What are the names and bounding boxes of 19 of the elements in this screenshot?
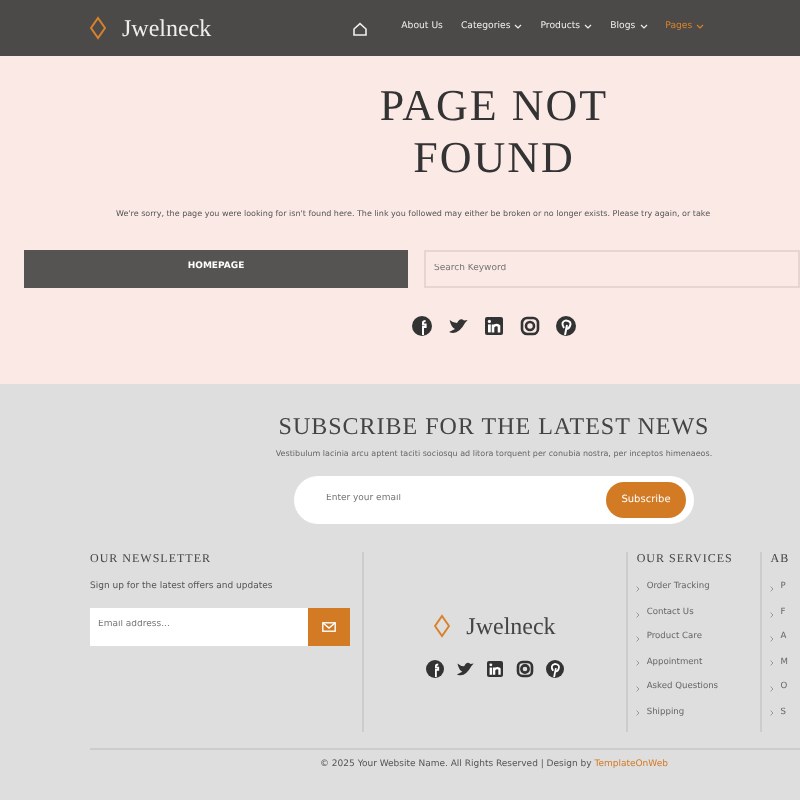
pinterest-icon[interactable] (556, 316, 576, 336)
footer-logo[interactable]: Jwelneck (466, 607, 556, 644)
facebook-icon[interactable] (425, 659, 444, 678)
subscribe-heading: SUBSCRIBE FOR THE LATEST NEWS (278, 412, 710, 441)
home-icon[interactable] (351, 21, 368, 35)
twitter-icon[interactable] (448, 316, 468, 336)
diamond-icon (434, 613, 451, 638)
facebook-icon[interactable] (412, 316, 432, 336)
envelope-icon (322, 622, 336, 633)
pinterest-icon[interactable] (545, 659, 564, 678)
brand-logo[interactable]: Jwelneck (122, 10, 212, 46)
diamond-icon (90, 16, 106, 40)
page-title: PAGE NOT FOUND (377, 80, 611, 184)
linkedin-icon[interactable] (485, 659, 504, 678)
instagram-icon[interactable] (515, 659, 534, 678)
instagram-icon[interactable] (520, 316, 540, 336)
linkedin-icon[interactable] (484, 316, 504, 336)
twitter-icon[interactable] (455, 659, 474, 678)
send-button[interactable] (308, 608, 350, 647)
